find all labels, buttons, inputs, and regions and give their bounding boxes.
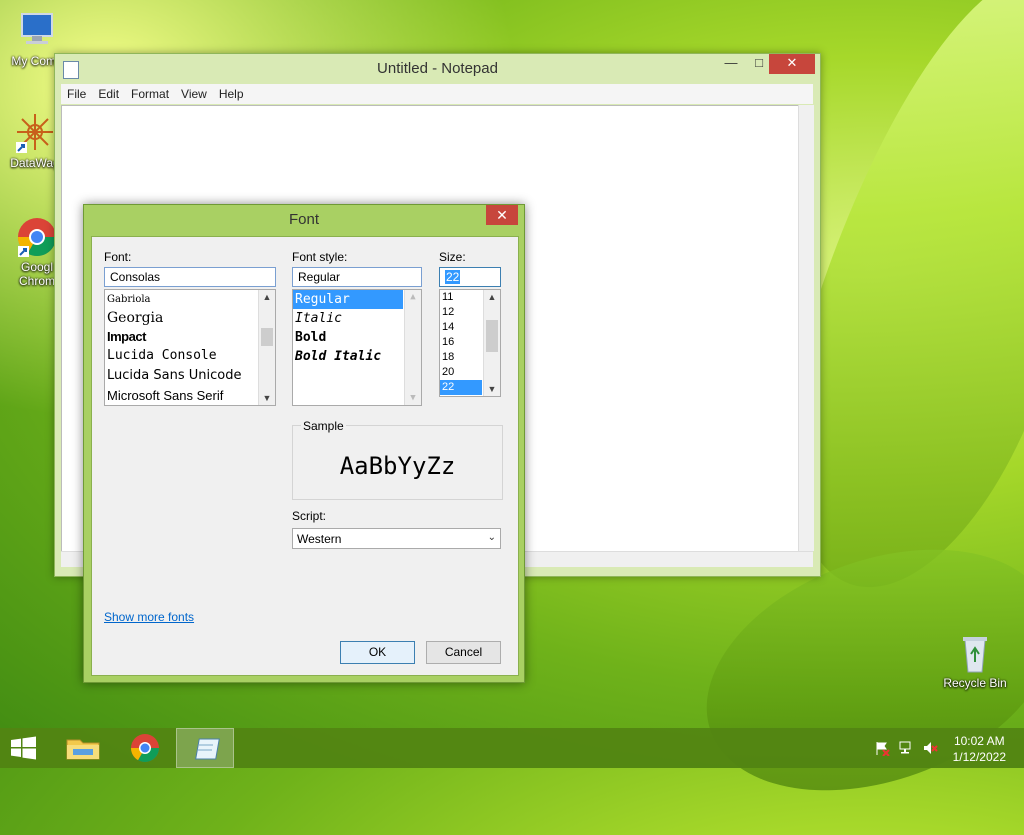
size-label: Size: xyxy=(439,250,466,264)
scroll-down-icon[interactable]: ▼ xyxy=(405,391,421,405)
font-name-input[interactable]: Consolas xyxy=(104,267,276,287)
chrome-icon xyxy=(131,734,159,762)
font-style-list[interactable]: Regular Italic Bold Bold Italic ▲ ▼ xyxy=(292,289,422,406)
ok-button[interactable]: OK xyxy=(340,641,415,664)
font-style-item[interactable]: Bold xyxy=(293,328,421,347)
taskbar: 10:02 AM 1/12/2022 xyxy=(0,728,1024,768)
chrome-icon xyxy=(16,216,58,258)
recycle-bin-icon xyxy=(954,632,996,674)
desktop-icon-label: Recycle Bin xyxy=(943,676,1007,690)
sample-groupbox: Sample AaBbYyZz xyxy=(292,419,503,500)
font-item[interactable]: Georgia xyxy=(105,309,275,328)
script-selected-value: Western xyxy=(297,532,342,546)
font-item[interactable]: Lucida Sans Unicode xyxy=(105,366,275,386)
network-icon[interactable] xyxy=(899,740,915,756)
clock-date: 1/12/2022 xyxy=(952,750,1006,764)
notepad-titlebar[interactable]: Untitled - Notepad — □ ✕ xyxy=(55,54,820,84)
sample-label: Sample xyxy=(301,419,346,433)
size-input-selected-text: 22 xyxy=(445,270,461,284)
taskbar-notepad[interactable] xyxy=(176,728,234,768)
scroll-down-icon[interactable]: ▼ xyxy=(484,382,500,396)
font-style-label: Font style: xyxy=(292,250,348,264)
scroll-thumb[interactable] xyxy=(261,328,273,346)
dialog-body: Font: Consolas Gabriola Georgia Impact L… xyxy=(91,236,519,676)
sample-preview-text: AaBbYyZz xyxy=(339,452,456,480)
folder-icon xyxy=(66,739,100,760)
menu-help[interactable]: Help xyxy=(213,84,250,104)
font-list-scrollbar[interactable]: ▲ ▼ xyxy=(258,290,275,405)
font-style-item[interactable]: Bold Italic xyxy=(293,347,421,366)
windows-logo-icon xyxy=(11,736,36,760)
font-style-input[interactable]: Regular xyxy=(292,267,422,287)
font-style-list-scrollbar[interactable]: ▲ ▼ xyxy=(404,290,421,405)
start-button[interactable] xyxy=(0,728,48,768)
notepad-icon xyxy=(195,738,220,760)
close-button[interactable]: ✕ xyxy=(769,54,815,74)
font-style-item[interactable]: Italic xyxy=(293,309,421,328)
font-item[interactable]: Gabriola xyxy=(105,290,275,309)
size-list-scrollbar[interactable]: ▲ ▼ xyxy=(483,290,500,396)
dialog-title: Font xyxy=(288,211,319,228)
window-title: Untitled - Notepad xyxy=(377,60,498,77)
vertical-scrollbar[interactable] xyxy=(798,105,814,551)
scroll-up-icon[interactable]: ▲ xyxy=(405,290,421,304)
minimize-button[interactable]: — xyxy=(717,54,745,74)
font-item[interactable]: Microsoft Sans Serif xyxy=(105,386,275,405)
desktop-icon-recycle-bin[interactable]: Recycle Bin xyxy=(940,632,1010,690)
scroll-up-icon[interactable]: ▲ xyxy=(484,290,500,304)
size-list[interactable]: 11 12 14 16 18 20 22 ▲ ▼ xyxy=(439,289,501,397)
menu-file[interactable]: File xyxy=(61,84,92,104)
font-item[interactable]: Impact xyxy=(105,328,275,346)
chevron-down-icon: ⌄ xyxy=(487,532,496,543)
volume-muted-icon[interactable] xyxy=(922,740,938,756)
script-label: Script: xyxy=(292,509,327,523)
action-center-flag-icon[interactable] xyxy=(874,740,890,757)
scroll-down-icon[interactable]: ▼ xyxy=(259,391,275,405)
cancel-button[interactable]: Cancel xyxy=(426,641,501,664)
menu-view[interactable]: View xyxy=(175,84,213,104)
system-clock[interactable]: 10:02 AM 1/12/2022 xyxy=(953,733,1006,765)
font-label: Font: xyxy=(104,250,132,264)
font-list[interactable]: Gabriola Georgia Impact Lucida Console L… xyxy=(104,289,276,406)
scroll-thumb[interactable] xyxy=(486,320,498,352)
size-item-selected[interactable]: 22 xyxy=(440,380,482,395)
computer-icon xyxy=(16,10,58,52)
script-dropdown[interactable]: Western ⌄ xyxy=(292,528,501,549)
taskbar-chrome[interactable] xyxy=(116,728,174,768)
dialog-close-button[interactable]: ✕ xyxy=(486,205,518,225)
show-more-fonts-link[interactable]: Show more fonts xyxy=(104,610,194,624)
size-input[interactable]: 22 xyxy=(439,267,501,287)
menu-format[interactable]: Format xyxy=(125,84,175,104)
font-item[interactable]: Lucida Console xyxy=(105,346,275,366)
taskbar-file-explorer[interactable] xyxy=(54,728,112,768)
font-dialog[interactable]: Font ✕ Font: Consolas Gabriola Georgia I… xyxy=(83,204,525,683)
datawag-app-icon xyxy=(14,112,56,154)
scroll-up-icon[interactable]: ▲ xyxy=(259,290,275,304)
font-style-item-selected[interactable]: Regular xyxy=(293,290,403,309)
clock-time: 10:02 AM xyxy=(953,734,1005,748)
menu-bar: File Edit Format View Help xyxy=(61,84,813,104)
menu-edit[interactable]: Edit xyxy=(92,84,125,104)
